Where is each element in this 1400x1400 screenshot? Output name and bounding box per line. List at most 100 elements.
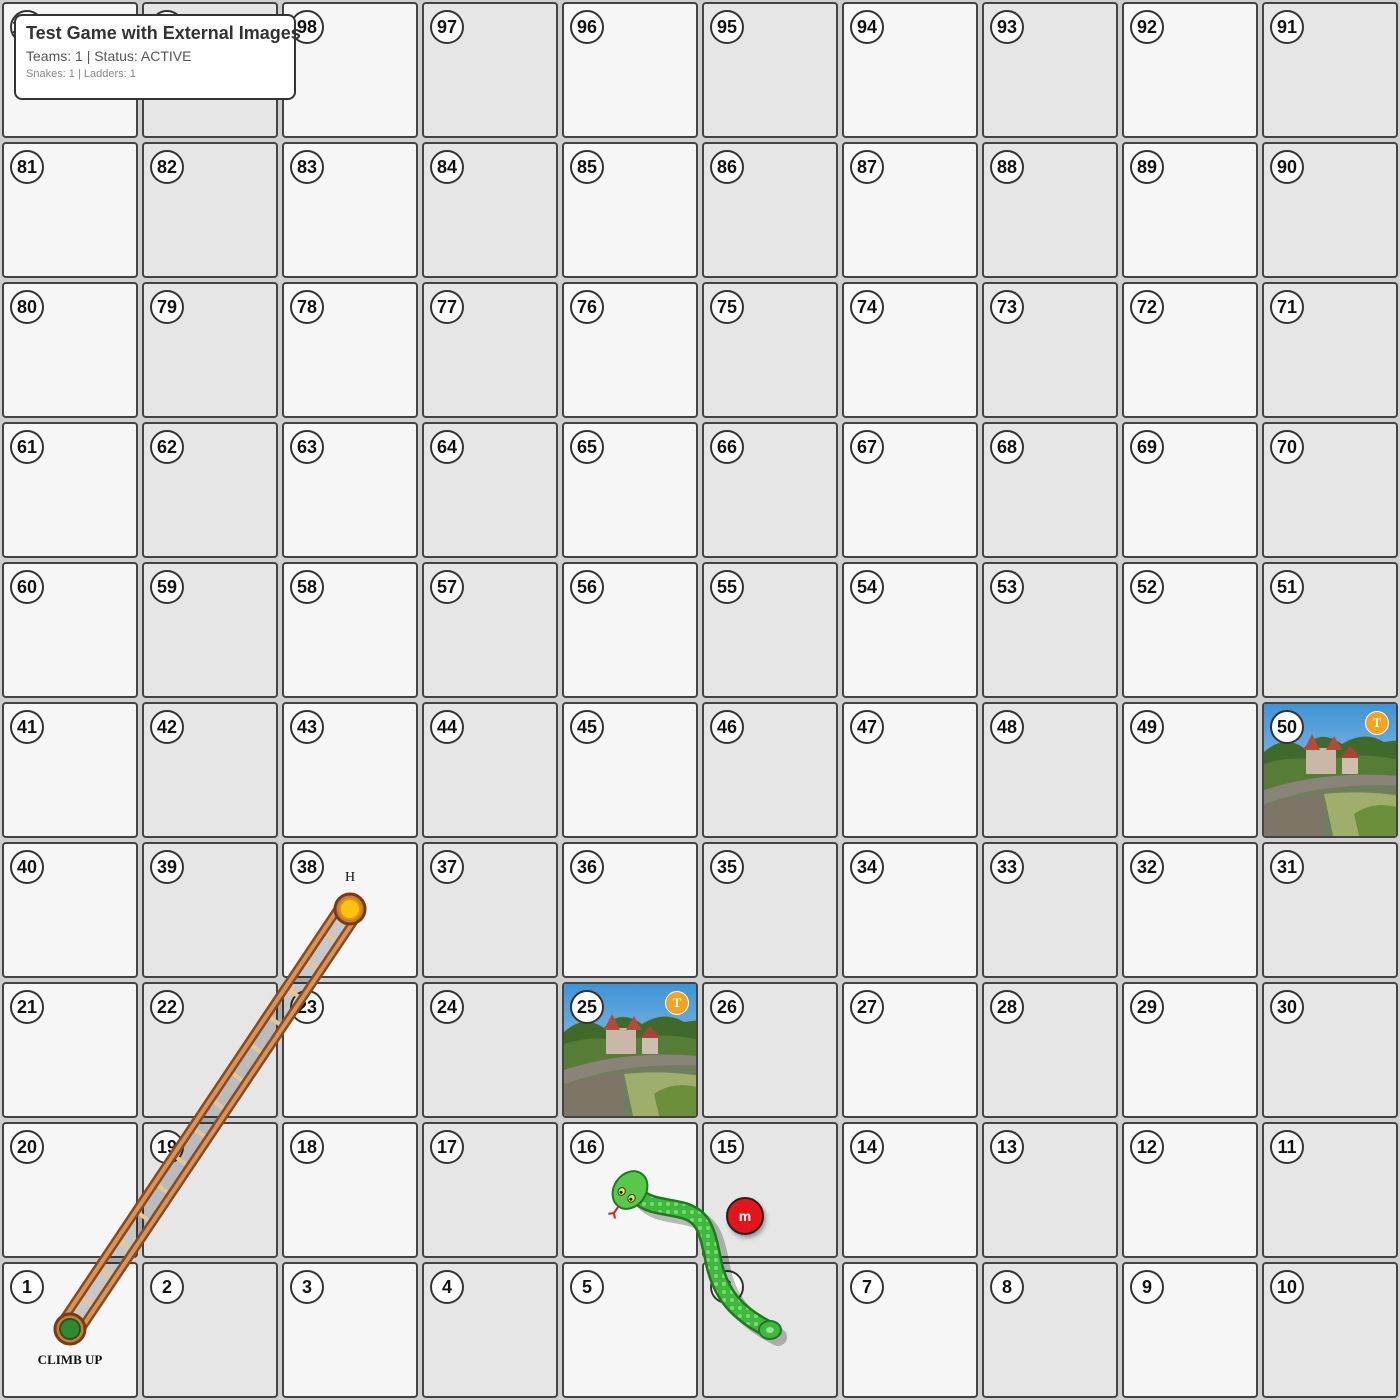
board-square-56[interactable]: 56 bbox=[562, 562, 698, 698]
board-square-40[interactable]: 40 bbox=[2, 842, 138, 978]
board-square-6[interactable]: 6 bbox=[702, 1262, 838, 1398]
board-square-52[interactable]: 52 bbox=[1122, 562, 1258, 698]
board-square-79[interactable]: 79 bbox=[142, 282, 278, 418]
board-square-95[interactable]: 95 bbox=[702, 2, 838, 138]
board-square-45[interactable]: 45 bbox=[562, 702, 698, 838]
board-square-24[interactable]: 24 bbox=[422, 982, 558, 1118]
board-square-43[interactable]: 43 bbox=[282, 702, 418, 838]
board-square-19[interactable]: 19 bbox=[142, 1122, 278, 1258]
board-square-64[interactable]: 64 bbox=[422, 422, 558, 558]
board-square-27[interactable]: 27 bbox=[842, 982, 978, 1118]
board-square-74[interactable]: 74 bbox=[842, 282, 978, 418]
board-square-39[interactable]: 39 bbox=[142, 842, 278, 978]
board-square-80[interactable]: 80 bbox=[2, 282, 138, 418]
board-square-62[interactable]: 62 bbox=[142, 422, 278, 558]
board-square-91[interactable]: 91 bbox=[1262, 2, 1398, 138]
board-square-96[interactable]: 96 bbox=[562, 2, 698, 138]
board-square-16[interactable]: 16 bbox=[562, 1122, 698, 1258]
board-square-4[interactable]: 4 bbox=[422, 1262, 558, 1398]
board-square-84[interactable]: 84 bbox=[422, 142, 558, 278]
board-square-7[interactable]: 7 bbox=[842, 1262, 978, 1398]
board-square-30[interactable]: 30 bbox=[1262, 982, 1398, 1118]
board-square-58[interactable]: 58 bbox=[282, 562, 418, 698]
board-square-50[interactable]: T 50 bbox=[1262, 702, 1398, 838]
board-square-89[interactable]: 89 bbox=[1122, 142, 1258, 278]
board-square-36[interactable]: 36 bbox=[562, 842, 698, 978]
board-square-29[interactable]: 29 bbox=[1122, 982, 1258, 1118]
board-square-92[interactable]: 92 bbox=[1122, 2, 1258, 138]
board-square-83[interactable]: 83 bbox=[282, 142, 418, 278]
board-square-2[interactable]: 2 bbox=[142, 1262, 278, 1398]
board-square-1[interactable]: 1 bbox=[2, 1262, 138, 1398]
board-square-86[interactable]: 86 bbox=[702, 142, 838, 278]
board-square-67[interactable]: 67 bbox=[842, 422, 978, 558]
board-square-90[interactable]: 90 bbox=[1262, 142, 1398, 278]
task-badge[interactable]: T bbox=[666, 992, 688, 1014]
board-square-44[interactable]: 44 bbox=[422, 702, 558, 838]
board-square-63[interactable]: 63 bbox=[282, 422, 418, 558]
board-square-68[interactable]: 68 bbox=[982, 422, 1118, 558]
task-badge[interactable]: T bbox=[1366, 712, 1388, 734]
board-square-34[interactable]: 34 bbox=[842, 842, 978, 978]
board-square-18[interactable]: 18 bbox=[282, 1122, 418, 1258]
board-square-94[interactable]: 94 bbox=[842, 2, 978, 138]
board-square-81[interactable]: 81 bbox=[2, 142, 138, 278]
board-square-57[interactable]: 57 bbox=[422, 562, 558, 698]
board-square-73[interactable]: 73 bbox=[982, 282, 1118, 418]
board-square-15[interactable]: 15 bbox=[702, 1122, 838, 1258]
board-square-35[interactable]: 35 bbox=[702, 842, 838, 978]
board-square-60[interactable]: 60 bbox=[2, 562, 138, 698]
board-square-20[interactable]: 20 bbox=[2, 1122, 138, 1258]
board-square-5[interactable]: 5 bbox=[562, 1262, 698, 1398]
board-square-47[interactable]: 47 bbox=[842, 702, 978, 838]
board-square-49[interactable]: 49 bbox=[1122, 702, 1258, 838]
board-square-82[interactable]: 82 bbox=[142, 142, 278, 278]
board-square-65[interactable]: 65 bbox=[562, 422, 698, 558]
board-square-93[interactable]: 93 bbox=[982, 2, 1118, 138]
board-square-11[interactable]: 11 bbox=[1262, 1122, 1398, 1258]
board-square-37[interactable]: 37 bbox=[422, 842, 558, 978]
board-square-55[interactable]: 55 bbox=[702, 562, 838, 698]
board-square-33[interactable]: 33 bbox=[982, 842, 1118, 978]
board-square-77[interactable]: 77 bbox=[422, 282, 558, 418]
board-square-59[interactable]: 59 bbox=[142, 562, 278, 698]
board-square-26[interactable]: 26 bbox=[702, 982, 838, 1118]
board-square-46[interactable]: 46 bbox=[702, 702, 838, 838]
board-square-76[interactable]: 76 bbox=[562, 282, 698, 418]
board-square-22[interactable]: 22 bbox=[142, 982, 278, 1118]
board-square-13[interactable]: 13 bbox=[982, 1122, 1118, 1258]
board-square-9[interactable]: 9 bbox=[1122, 1262, 1258, 1398]
player-token[interactable]: m bbox=[726, 1197, 764, 1235]
board-square-48[interactable]: 48 bbox=[982, 702, 1118, 838]
board-square-88[interactable]: 88 bbox=[982, 142, 1118, 278]
board-square-21[interactable]: 21 bbox=[2, 982, 138, 1118]
board-square-70[interactable]: 70 bbox=[1262, 422, 1398, 558]
board-square-53[interactable]: 53 bbox=[982, 562, 1118, 698]
board-square-85[interactable]: 85 bbox=[562, 142, 698, 278]
board-square-14[interactable]: 14 bbox=[842, 1122, 978, 1258]
board-square-71[interactable]: 71 bbox=[1262, 282, 1398, 418]
board-square-8[interactable]: 8 bbox=[982, 1262, 1118, 1398]
board-square-3[interactable]: 3 bbox=[282, 1262, 418, 1398]
board-square-97[interactable]: 97 bbox=[422, 2, 558, 138]
board-square-98[interactable]: 98 bbox=[282, 2, 418, 138]
board-square-28[interactable]: 28 bbox=[982, 982, 1118, 1118]
board-square-31[interactable]: 31 bbox=[1262, 842, 1398, 978]
board-square-66[interactable]: 66 bbox=[702, 422, 838, 558]
board-square-61[interactable]: 61 bbox=[2, 422, 138, 558]
board-square-17[interactable]: 17 bbox=[422, 1122, 558, 1258]
board-square-54[interactable]: 54 bbox=[842, 562, 978, 698]
board-square-42[interactable]: 42 bbox=[142, 702, 278, 838]
board-square-32[interactable]: 32 bbox=[1122, 842, 1258, 978]
board-square-75[interactable]: 75 bbox=[702, 282, 838, 418]
board-square-10[interactable]: 10 bbox=[1262, 1262, 1398, 1398]
board-square-78[interactable]: 78 bbox=[282, 282, 418, 418]
board-square-12[interactable]: 12 bbox=[1122, 1122, 1258, 1258]
board-square-25[interactable]: T 25 bbox=[562, 982, 698, 1118]
board-square-72[interactable]: 72 bbox=[1122, 282, 1258, 418]
board-square-23[interactable]: 23 bbox=[282, 982, 418, 1118]
board-square-51[interactable]: 51 bbox=[1262, 562, 1398, 698]
board-square-87[interactable]: 87 bbox=[842, 142, 978, 278]
board-square-38[interactable]: 38 bbox=[282, 842, 418, 978]
board-square-69[interactable]: 69 bbox=[1122, 422, 1258, 558]
